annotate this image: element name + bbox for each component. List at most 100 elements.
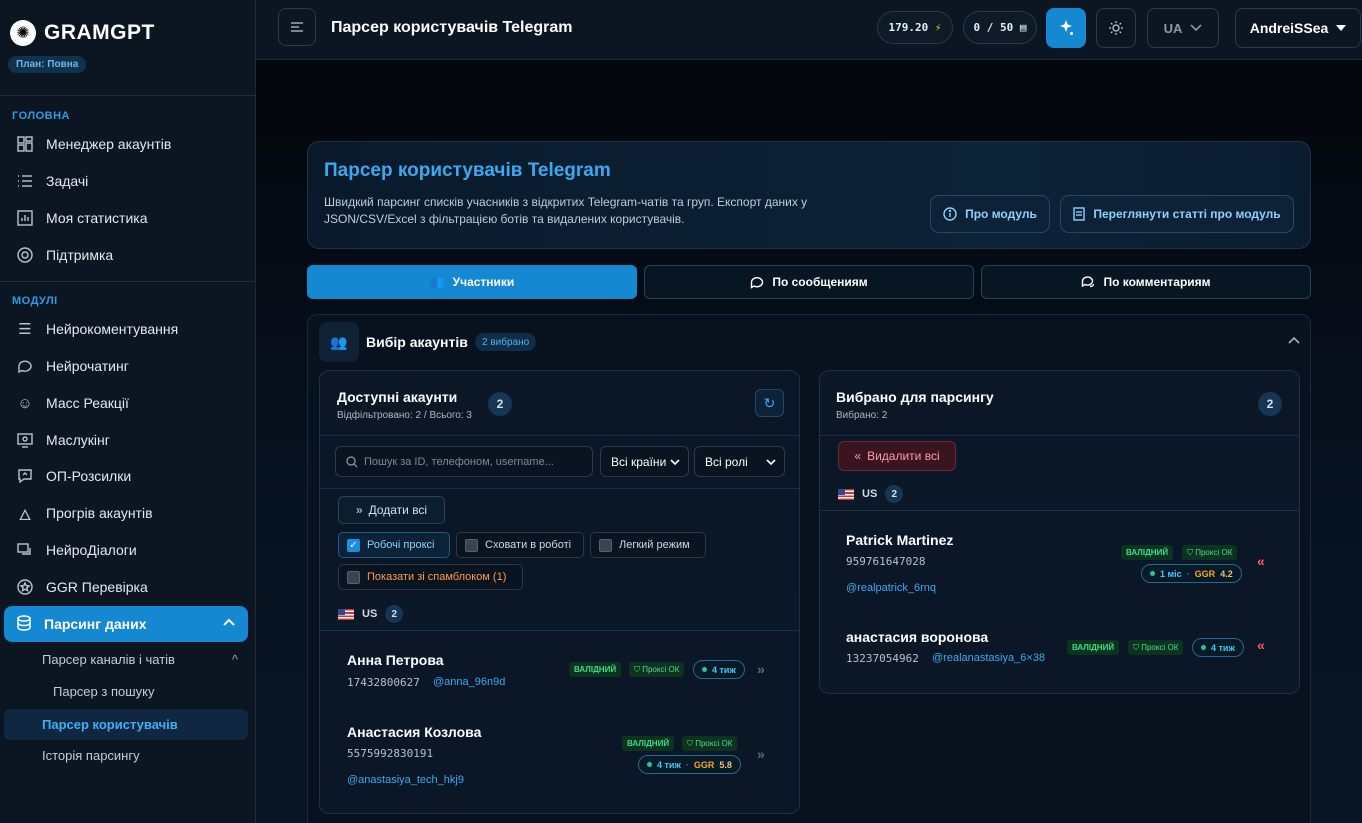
search-icon (346, 455, 358, 467)
separator-dot: · (685, 759, 689, 770)
shield-icon: ⛉ (687, 738, 693, 748)
valid-status-tag: ВАЛІДНИЙ (1121, 545, 1174, 560)
account-username[interactable]: @realanastasiya_6×38 (932, 652, 1045, 664)
account-name: Анна Петрова (347, 652, 444, 668)
light-mode-checkbox[interactable]: Легкий режим (590, 532, 706, 558)
hide-in-work-checkbox[interactable]: Сховати в роботі (456, 532, 584, 558)
view-articles-label: Переглянути статті про модуль (1093, 207, 1281, 221)
sidebar-item-data-parsing[interactable]: Парсинг даних (4, 606, 248, 642)
available-accounts-title: Доступні акаунти (337, 389, 458, 405)
info-icon (943, 207, 957, 221)
sidebar-subgroup-channels[interactable]: Парсер каналів і чатів ^ (42, 652, 238, 667)
list-icon (16, 172, 34, 190)
refresh-button[interactable]: ↻ (755, 389, 784, 417)
about-module-label: Про модуль (965, 207, 1037, 221)
chevron-down-icon (1190, 24, 1202, 32)
sidebar-item-label: НейроДіалоги (46, 542, 137, 558)
account-username[interactable]: @realpatrick_6rnq (846, 582, 936, 594)
proxy-label: Проксі ОК (695, 739, 733, 748)
main-content: Парсер користувачів Telegram Швидкий пар… (256, 60, 1362, 823)
account-username[interactable]: @anna_96n9d (433, 676, 505, 688)
proxy-ok-tag: ⛉ Проксі ОК (682, 736, 738, 751)
us-flag-icon (338, 608, 354, 620)
role-select[interactable]: Всі ролі (694, 446, 785, 477)
search-input[interactable]: Пошук за ID, телефоном, username... (335, 446, 593, 477)
sidebar-subgroup-label: Парсер каналів і чатів (42, 652, 175, 667)
document-icon (1073, 207, 1086, 221)
country-group-us[interactable]: US 2 (320, 598, 799, 630)
tab-label: Участники (452, 275, 515, 289)
menu-toggle-button[interactable] (278, 8, 316, 46)
sidebar-item-label: Прогрів акаунтів (46, 505, 153, 521)
divider (820, 510, 1299, 511)
country-count: 2 (385, 605, 404, 623)
module-title: Парсер користувачів Telegram (324, 160, 611, 181)
collapse-chevron-icon[interactable] (1288, 331, 1300, 347)
proxy-ok-tag: ⛉ Проксі ОК (1182, 545, 1238, 560)
country-select[interactable]: Всі країни (600, 446, 689, 477)
sidebar-item-support[interactable]: Підтримка (16, 240, 246, 270)
chat-bubble-icon (751, 277, 764, 289)
user-menu[interactable]: AndreiSSea (1235, 8, 1361, 48)
account-phone: 5575992830191 (347, 747, 434, 760)
page-title: Парсер користувачів Telegram (331, 19, 573, 36)
remove-account-arrow-icon[interactable]: « (1257, 553, 1265, 569)
show-spamblock-checkbox[interactable]: Показати зі спамблоком (1) (338, 564, 523, 590)
account-username[interactable]: @anastasiya_tech_hkj9 (347, 774, 464, 786)
sidebar-item-account-manager[interactable]: Менеджер акаунтів (16, 129, 246, 159)
sidebar-subitem-users-parser[interactable]: Парсер користувачів (4, 709, 248, 740)
sidebar-item-statistics[interactable]: Моя статистика (16, 203, 246, 233)
theme-toggle-button[interactable] (1096, 8, 1136, 48)
chevron-up-icon (222, 615, 236, 634)
sidebar-item-ggr-check[interactable]: GGR Перевірка (16, 572, 246, 602)
language-select[interactable]: UA (1147, 8, 1219, 48)
country-group-us[interactable]: US 2 (820, 478, 1299, 510)
add-all-button[interactable]: » Додати всі (338, 496, 445, 524)
comments-icon (1082, 276, 1095, 288)
ai-sparkle-button[interactable] (1046, 8, 1086, 48)
shield-icon: ⛉ (1187, 547, 1193, 557)
sidebar-item-neurodialogs[interactable]: НейроДіалоги (16, 535, 246, 565)
sun-icon (1109, 21, 1123, 35)
caret-down-icon (1336, 25, 1347, 31)
section-main-label: ГОЛОВНА (12, 110, 70, 122)
tab-by-messages[interactable]: По сообщениям (644, 265, 974, 299)
eye-monitor-icon (16, 431, 34, 449)
checkbox-label: Показати зі спамблоком (1) (367, 571, 507, 583)
add-account-arrow-icon[interactable]: » (757, 661, 765, 677)
double-chevron-right-icon: » (355, 503, 363, 517)
account-name: Анастасия Козлова (347, 724, 482, 740)
working-proxy-checkbox[interactable]: ✓ Робочі проксі (338, 532, 450, 558)
selected-count-badge: 2 (1258, 392, 1282, 416)
sidebar-subitem-parsing-history[interactable]: Історія парсингу (42, 748, 140, 763)
status-dot-icon (1201, 645, 1206, 650)
checkbox-box (347, 570, 360, 584)
tab-participants[interactable]: 👥 Участники (307, 265, 637, 299)
ggr-label: GGR (693, 759, 715, 770)
sidebar-item-op-mailing[interactable]: ОП-Розсилки (16, 461, 246, 491)
proxy-label: Проксі ОК (1195, 548, 1233, 557)
sidebar-item-account-warmup[interactable]: 🜂 Прогрів акаунтів (16, 498, 246, 528)
brand[interactable]: ✺ GRAMGPT (10, 20, 155, 46)
sidebar-item-neurocommenting[interactable]: ☰ Нейрокоментування (16, 314, 246, 344)
sidebar-item-mass-reactions[interactable]: ☺ Масс Реакції (16, 388, 246, 418)
tab-label: По комментариям (1103, 275, 1211, 289)
account-age: 4 тиж (657, 759, 681, 770)
limit-badge[interactable]: 0 / 50 ▤ (963, 11, 1037, 44)
smile-icon: ☺ (17, 394, 33, 412)
account-age-badge: 4 тиж (1192, 638, 1244, 657)
menu-icon (291, 22, 303, 32)
remove-all-button[interactable]: « Видалити всі (838, 441, 956, 471)
remove-account-arrow-icon[interactable]: « (1257, 637, 1265, 653)
sidebar-item-masslooking[interactable]: Маслукінг (16, 425, 246, 455)
about-module-button[interactable]: Про модуль (930, 195, 1050, 233)
sidebar-item-neurochatting[interactable]: Нейрочатинг (16, 351, 246, 381)
add-account-arrow-icon[interactable]: » (757, 746, 765, 762)
tab-by-comments[interactable]: По комментариям (981, 265, 1311, 299)
view-articles-button[interactable]: Переглянути статті про модуль (1060, 195, 1294, 233)
sidebar-subitem-search-parser[interactable]: Парсер з пошуку (53, 684, 154, 699)
user-name: AndreiSSea (1249, 20, 1329, 36)
balance-badge[interactable]: 179.20 ⚡ (877, 11, 953, 44)
sidebar-item-label: ОП-Розсилки (46, 468, 132, 484)
sidebar-item-tasks[interactable]: Задачі (16, 166, 246, 196)
